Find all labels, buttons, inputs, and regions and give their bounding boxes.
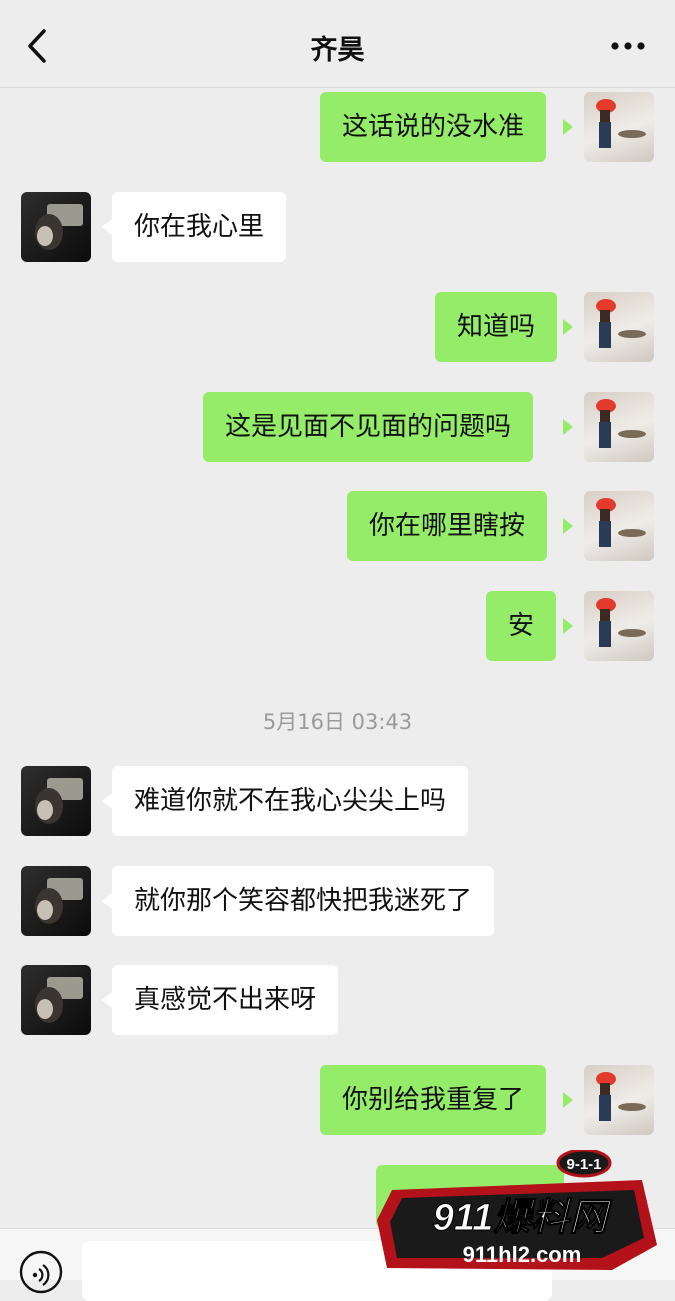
- message-bubble-sent[interactable]: 安: [486, 591, 557, 661]
- watermark-badge: 9-1-1: [566, 1156, 601, 1173]
- bubble-tail: [563, 518, 573, 534]
- chat-title: 齐昊: [310, 35, 365, 66]
- watermark-url: 911hl2.com: [463, 1242, 582, 1267]
- bubble-tail: [102, 893, 112, 909]
- message-bubble-sent[interactable]: 你在哪里瞎按: [347, 491, 548, 561]
- watermark-logo: 9-1-1 911爆料网 911hl2.com: [377, 1150, 657, 1270]
- bubble-tail: [102, 219, 112, 235]
- chat-header: 齐昊: [0, 0, 675, 88]
- message-bubble-received[interactable]: 你在我心里: [112, 192, 287, 262]
- my-avatar[interactable]: [584, 591, 654, 661]
- my-avatar[interactable]: [584, 491, 654, 561]
- contact-avatar[interactable]: [21, 866, 91, 936]
- contact-avatar[interactable]: [21, 965, 91, 1035]
- bubble-tail: [563, 319, 573, 335]
- bubble-tail: [563, 1092, 573, 1108]
- my-avatar[interactable]: [584, 92, 654, 162]
- bubble-tail: [102, 793, 112, 809]
- message-bubble-sent[interactable]: 这话说的没水准: [320, 92, 547, 162]
- bubble-tail: [102, 992, 112, 1008]
- more-icon[interactable]: [611, 40, 645, 52]
- message-bubble-sent[interactable]: 这是见面不见面的问题吗: [203, 392, 534, 462]
- bubble-tail: [563, 419, 573, 435]
- watermark-brand: 911爆料网: [433, 1197, 613, 1239]
- message-bubble-sent[interactable]: 知道吗: [435, 292, 558, 362]
- bubble-tail: [563, 618, 573, 634]
- message-bubble-sent[interactable]: 你别给我重复了: [320, 1065, 547, 1135]
- message-timestamp: 5月16日 03:43: [262, 710, 413, 734]
- voice-icon[interactable]: [18, 1249, 64, 1295]
- contact-avatar[interactable]: [21, 192, 91, 262]
- message-bubble-received[interactable]: 难道你就不在我心尖尖上吗: [112, 766, 469, 836]
- message-bubble-received[interactable]: 就你那个笑容都快把我迷死了: [112, 866, 495, 936]
- bubble-tail: [563, 119, 573, 135]
- my-avatar[interactable]: [584, 292, 654, 362]
- my-avatar[interactable]: [584, 1065, 654, 1135]
- message-bubble-received[interactable]: 真感觉不出来呀: [112, 965, 339, 1035]
- contact-avatar[interactable]: [21, 766, 91, 836]
- my-avatar[interactable]: [584, 392, 654, 462]
